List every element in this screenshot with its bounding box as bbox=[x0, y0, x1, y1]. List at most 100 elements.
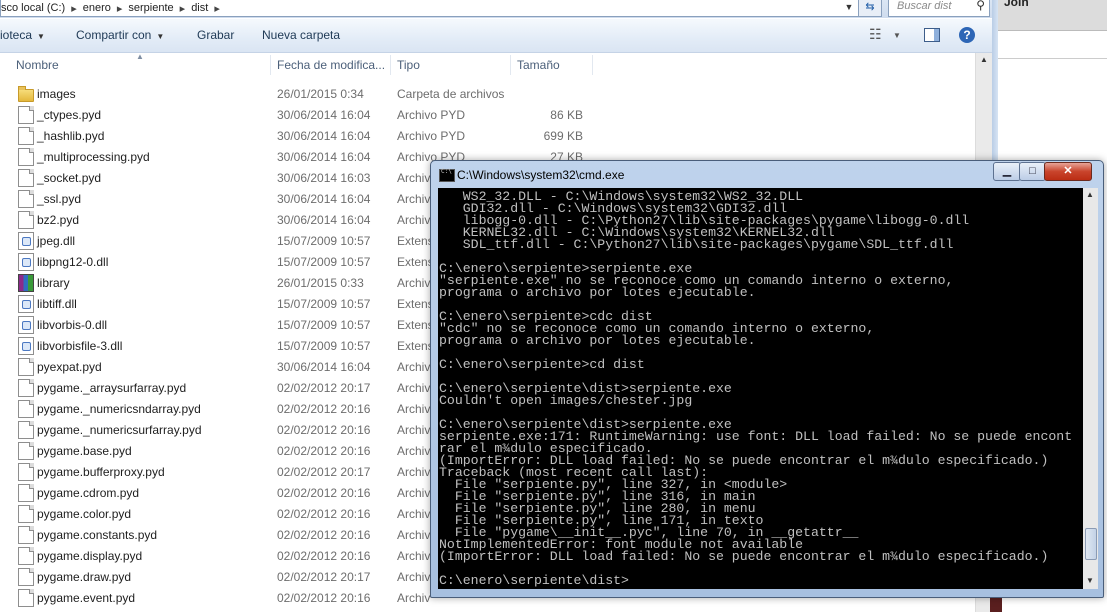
column-header-type[interactable]: Tipo bbox=[397, 58, 420, 72]
address-bar-area: sco local (C:) ▸ enero ▸ serpiente ▸ dis… bbox=[0, 0, 998, 18]
file-date: 30/06/2014 16:04 bbox=[277, 192, 371, 206]
file-date: 02/02/2012 20:16 bbox=[277, 444, 371, 458]
search-input[interactable]: Buscar dist ⚲ bbox=[888, 0, 990, 17]
scroll-down-icon[interactable]: ▼ bbox=[1086, 576, 1094, 585]
search-icon[interactable]: ⚲ bbox=[976, 0, 985, 12]
file-date: 26/01/2015 0:34 bbox=[277, 87, 364, 101]
share-with-button[interactable]: Compartir con ▼ bbox=[76, 28, 164, 42]
file-date: 30/06/2014 16:03 bbox=[277, 171, 371, 185]
cmd-app-icon[interactable] bbox=[439, 168, 455, 182]
console-line: (ImportError: DLL load failed: No se pue… bbox=[439, 549, 1049, 564]
refresh-icon[interactable]: ⇆ bbox=[858, 0, 882, 17]
new-folder-button[interactable]: Nueva carpeta bbox=[262, 28, 340, 42]
console-line: programa o archivo por lotes ejecutable. bbox=[439, 333, 756, 348]
file-date: 02/02/2012 20:16 bbox=[277, 507, 371, 521]
scroll-thumb[interactable] bbox=[1085, 528, 1097, 560]
cmd-window[interactable]: C:\Windows\system32\cmd.exe ▁ □ ✕ WS2_32… bbox=[430, 160, 1104, 598]
preview-pane-icon[interactable] bbox=[924, 28, 940, 42]
file-date: 30/06/2014 16:04 bbox=[277, 129, 371, 143]
file-icon bbox=[18, 169, 34, 187]
scroll-up-icon[interactable]: ▲ bbox=[1086, 190, 1094, 199]
file-name: libpng12-0.dll bbox=[37, 255, 109, 269]
divider bbox=[998, 58, 1107, 59]
column-header-size[interactable]: Tamaño bbox=[517, 58, 560, 72]
address-bar[interactable]: sco local (C:) ▸ enero ▸ serpiente ▸ dis… bbox=[0, 0, 862, 17]
file-date: 02/02/2012 20:16 bbox=[277, 591, 371, 605]
column-header-date[interactable]: Fecha de modifica... bbox=[277, 58, 385, 72]
breadcrumb-separator-icon: ▸ bbox=[71, 2, 77, 15]
help-icon[interactable]: ? bbox=[959, 27, 975, 43]
background-window-header: Join bbox=[998, 0, 1107, 31]
file-size: 699 KB bbox=[543, 129, 583, 143]
folder-icon bbox=[18, 86, 34, 102]
file-type: Archiv bbox=[397, 276, 431, 290]
file-name: pygame.event.pyd bbox=[37, 591, 136, 605]
file-date: 02/02/2012 20:16 bbox=[277, 486, 371, 500]
file-name: _multiprocessing.pyd bbox=[37, 150, 150, 164]
file-icon bbox=[18, 400, 34, 418]
console-line: programa o archivo por lotes ejecutable. bbox=[439, 285, 756, 300]
address-dropdown-icon[interactable]: ▼ bbox=[842, 0, 856, 16]
join-label[interactable]: Join bbox=[1004, 0, 1029, 9]
file-icon bbox=[18, 148, 34, 166]
scroll-up-icon[interactable]: ▲ bbox=[980, 55, 988, 64]
console-line: C:\enero\serpiente>cd dist bbox=[439, 357, 645, 372]
file-type: Archiv bbox=[397, 444, 431, 458]
view-options-icon[interactable]: ☷ bbox=[869, 26, 882, 43]
file-type: Archivo PYD bbox=[397, 108, 466, 122]
breadcrumb-enero[interactable]: enero bbox=[83, 2, 111, 14]
breadcrumb-serpiente[interactable]: serpiente bbox=[128, 2, 173, 14]
file-type: Archiv bbox=[397, 570, 431, 584]
file-date: 15/07/2009 10:57 bbox=[277, 234, 371, 248]
file-name: jpeg.dll bbox=[37, 234, 76, 248]
dll-icon bbox=[18, 253, 34, 271]
file-icon bbox=[18, 547, 34, 565]
file-icon bbox=[18, 568, 34, 586]
console-output[interactable]: WS2_32.DLL - C:\Windows\system32\WS2_32.… bbox=[438, 188, 1083, 589]
dll-icon bbox=[18, 295, 34, 313]
file-type: Archiv bbox=[397, 486, 431, 500]
console-text: WS2_32.DLL - C:\Windows\system32\WS2_32.… bbox=[438, 188, 1083, 587]
file-type: Archiv bbox=[397, 507, 431, 521]
column-divider[interactable] bbox=[390, 55, 391, 75]
file-type: Archiv bbox=[397, 381, 431, 395]
file-row[interactable]: _ctypes.pyd 30/06/2014 16:04 Archivo PYD 86… bbox=[0, 104, 975, 125]
console-line: Couldn't open images/chester.jpg bbox=[439, 393, 693, 408]
file-row[interactable]: images 26/01/2015 0:34 Carpeta de archivos bbox=[0, 83, 975, 104]
cmd-title: C:\Windows\system32\cmd.exe bbox=[457, 168, 625, 182]
breadcrumb-drive[interactable]: sco local (C:) bbox=[1, 2, 65, 14]
column-divider[interactable] bbox=[270, 55, 271, 75]
file-name: pygame._arraysurfarray.pyd bbox=[37, 381, 187, 395]
minimize-button[interactable]: ▁ bbox=[993, 162, 1021, 181]
chevron-down-icon[interactable]: ▼ bbox=[893, 31, 901, 40]
file-type: Archiv bbox=[397, 171, 431, 185]
file-type: Extens bbox=[397, 318, 434, 332]
maximize-button[interactable]: □ bbox=[1019, 162, 1046, 181]
search-placeholder: Buscar dist bbox=[897, 0, 952, 12]
breadcrumb-dist[interactable]: dist bbox=[191, 2, 208, 14]
column-divider[interactable] bbox=[510, 55, 511, 75]
file-date: 02/02/2012 20:17 bbox=[277, 465, 371, 479]
burn-button[interactable]: Grabar bbox=[197, 28, 234, 42]
column-header-name[interactable]: Nombre bbox=[16, 58, 59, 72]
file-type: Extens bbox=[397, 297, 434, 311]
chevron-down-icon: ▼ bbox=[156, 32, 165, 41]
file-date: 15/07/2009 10:57 bbox=[277, 318, 371, 332]
chevron-down-icon: ▼ bbox=[37, 32, 45, 41]
file-row[interactable]: _hashlib.pyd 30/06/2014 16:04 Archivo PYD 6… bbox=[0, 125, 975, 146]
file-icon bbox=[18, 379, 34, 397]
close-button[interactable]: ✕ bbox=[1044, 162, 1092, 181]
file-date: 02/02/2012 20:17 bbox=[277, 381, 371, 395]
file-icon bbox=[18, 463, 34, 481]
file-date: 26/01/2015 0:33 bbox=[277, 276, 364, 290]
console-line: C:\enero\serpiente\dist> bbox=[439, 573, 629, 588]
file-name: pygame.draw.pyd bbox=[37, 570, 132, 584]
console-line: SDL_ttf.dll - C:\Python27\lib\site-packa… bbox=[439, 237, 954, 252]
file-type: Archiv bbox=[397, 192, 431, 206]
file-name: pygame._numericsurfarray.pyd bbox=[37, 423, 202, 437]
file-name: libvorbis-0.dll bbox=[37, 318, 108, 332]
library-menu-button[interactable]: ioteca ▼ bbox=[0, 28, 45, 42]
file-date: 30/06/2014 16:04 bbox=[277, 108, 371, 122]
console-scrollbar[interactable]: ▲ ▼ bbox=[1083, 188, 1098, 589]
column-divider[interactable] bbox=[592, 55, 593, 75]
